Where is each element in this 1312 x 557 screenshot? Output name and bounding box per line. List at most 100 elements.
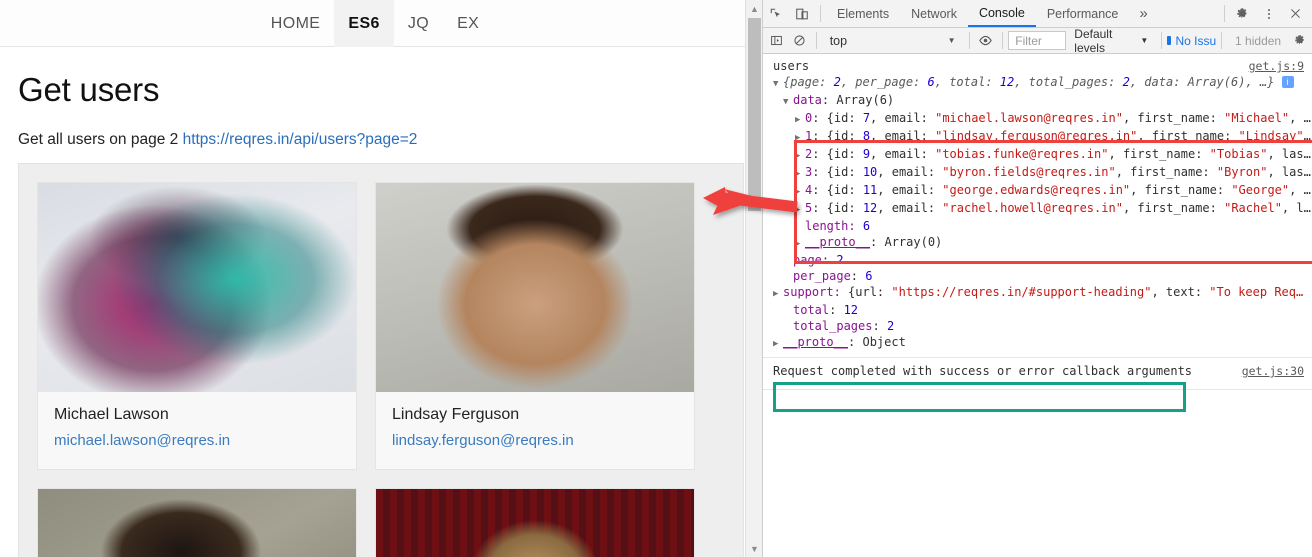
prop-key: total: [793, 303, 830, 317]
nav-item-jq[interactable]: JQ: [394, 0, 443, 47]
green-highlight-box: [773, 382, 1186, 412]
user-avatar-image: [376, 489, 694, 557]
nav-item-es6[interactable]: ES6: [334, 0, 394, 47]
devtools-panel: Elements Network Console Performance » t…: [762, 0, 1312, 557]
close-icon[interactable]: [1282, 1, 1308, 27]
disclosure-triangle-icon[interactable]: ▶: [795, 236, 805, 252]
proto-key[interactable]: __proto__: [783, 335, 848, 349]
data-array-row[interactable]: ▼ data: Array(6): [773, 92, 1312, 110]
nav-item-ex[interactable]: EX: [443, 0, 493, 47]
subtitle-text: Get all users on page 2: [18, 131, 183, 148]
issues-indicator[interactable]: No Issu: [1167, 34, 1216, 48]
user-email-value: "byron.fields@reqres.in": [942, 165, 1116, 179]
user-email-link[interactable]: lindsay.ferguson@reqres.in: [392, 432, 678, 449]
prop-value: 2: [886, 319, 895, 333]
disclosure-triangle-open-icon[interactable]: ▼: [773, 76, 783, 92]
info-badge-icon[interactable]: i: [1281, 76, 1294, 88]
nav-item-home[interactable]: HOME: [257, 0, 335, 47]
log-levels-dropdown[interactable]: Default levels ▼: [1066, 27, 1156, 55]
array-length-row: length: 6: [773, 218, 1312, 234]
array-item-row[interactable]: ▶ 4: {id: 11, email: "george.edwards@reqr…: [773, 182, 1312, 200]
array-item-row[interactable]: ▶ 5: {id: 12, email: "rachel.howell@reqre…: [773, 200, 1312, 218]
first-name-text: Tobias: [1216, 147, 1261, 161]
console-filter-toolbar: top ▼ Filter Default levels ▼ No Issu 1 …: [763, 27, 1312, 55]
disclosure-triangle-icon[interactable]: ▶: [795, 112, 805, 128]
prop-key: page: [793, 253, 822, 267]
proto-value: Array(0): [884, 235, 943, 249]
console-message-object[interactable]: users get.js:9 ▼ {page: 2, per_page: 6, t…: [763, 54, 1312, 352]
tab-performance[interactable]: Performance: [1036, 0, 1130, 27]
array-item-row[interactable]: ▶ 0: {id: 7, email: "michael.lawson@reqre…: [773, 110, 1312, 128]
user-card[interactable]: [37, 488, 357, 557]
disclosure-triangle-icon[interactable]: ▶: [795, 130, 805, 146]
scroll-up-arrow-icon[interactable]: ▲: [746, 0, 762, 17]
proto-key[interactable]: __proto__: [805, 235, 870, 249]
user-id-value: 11: [862, 183, 878, 197]
console-message-text[interactable]: Request completed with success or error …: [763, 358, 1312, 384]
disclosure-triangle-icon[interactable]: ▶: [773, 336, 783, 352]
support-prop-row[interactable]: ▶ support: {url: "https://reqres.in/#supp…: [773, 284, 1312, 302]
page-scrollbar[interactable]: ▲ ▼: [745, 0, 762, 557]
devtools-tabbar: Elements Network Console Performance »: [763, 0, 1312, 28]
page-body: Get users Get all users on page 2 https:…: [0, 71, 762, 557]
support-text-value: "To keep Req…: [1209, 285, 1304, 299]
site-navbar: HOME ES6 JQ EX: [0, 0, 762, 47]
first-name-text: Lindsay: [1245, 129, 1297, 143]
hidden-messages-count[interactable]: 1 hidden: [1227, 34, 1289, 48]
console-sidebar-icon[interactable]: [765, 28, 788, 54]
live-expression-icon[interactable]: [974, 28, 997, 54]
object-proto-row[interactable]: ▶ __proto__: Object: [773, 334, 1312, 352]
disclosure-triangle-open-icon[interactable]: ▼: [783, 94, 793, 110]
array-proto-row[interactable]: ▶ __proto__: Array(0): [773, 234, 1312, 252]
console-filter-input[interactable]: Filter: [1008, 31, 1067, 50]
user-card[interactable]: Michael Lawson michael.lawson@reqres.in: [37, 182, 357, 470]
console-source-link[interactable]: get.js:9: [1249, 58, 1304, 74]
support-url-text: https://reqres.in/#support-heading: [898, 285, 1145, 299]
user-card[interactable]: Lindsay Ferguson lindsay.ferguson@reqres…: [375, 182, 695, 470]
array-item-row[interactable]: ▶ 1: {id: 8, email: "lindsay.ferguson@req…: [773, 128, 1312, 146]
gear-icon[interactable]: [1289, 28, 1312, 54]
array-item-row[interactable]: ▶ 2: {id: 9, email: "tobias.funke@reqres.…: [773, 146, 1312, 164]
prop-value: 6: [865, 269, 873, 283]
clear-console-icon[interactable]: [788, 28, 811, 54]
first-name-value: "George": [1231, 183, 1290, 197]
user-email-link[interactable]: michael.lawson@reqres.in: [54, 432, 340, 449]
disclosure-triangle-icon[interactable]: ▶: [795, 166, 805, 182]
disclosure-triangle-icon[interactable]: ▶: [795, 184, 805, 200]
user-id-value: 10: [862, 165, 878, 179]
issues-label: No Issu: [1175, 33, 1217, 48]
user-avatar-image: [38, 183, 356, 392]
user-card[interactable]: [375, 488, 695, 557]
object-summary-row[interactable]: ▼ {page: 2, per_page: 6, total: 12, total…: [773, 74, 1312, 92]
length-key: length:: [805, 219, 856, 233]
more-options-icon[interactable]: [1256, 1, 1282, 27]
api-url-link[interactable]: https://reqres.in/api/users?page=2: [183, 131, 418, 148]
device-toolbar-icon[interactable]: [789, 1, 815, 27]
tab-network[interactable]: Network: [900, 0, 968, 27]
console-source-link[interactable]: get.js:30: [1242, 363, 1304, 379]
email-text: byron.fields@reqres.in: [949, 165, 1109, 179]
user-email-value: "george.edwards@reqres.in": [942, 183, 1131, 197]
scrollbar-thumb[interactable]: [748, 18, 761, 211]
user-card-meta: Michael Lawson michael.lawson@reqres.in: [38, 392, 356, 469]
first-name-value: "Rachel": [1224, 201, 1282, 215]
disclosure-triangle-icon[interactable]: ▶: [795, 202, 805, 218]
execution-context-select[interactable]: top ▼: [822, 34, 964, 48]
console-output[interactable]: users get.js:9 ▼ {page: 2, per_page: 6, t…: [763, 54, 1312, 557]
array-item-row[interactable]: ▶ 3: {id: 10, email: "byron.fields@reqres…: [773, 164, 1312, 182]
user-email-value: "rachel.howell@reqres.in": [942, 201, 1123, 215]
toolbar-divider: [1224, 5, 1225, 22]
more-tabs-icon[interactable]: »: [1129, 5, 1157, 22]
inspect-element-icon[interactable]: [763, 1, 789, 27]
length-value: 6: [862, 219, 871, 233]
scroll-down-arrow-icon[interactable]: ▼: [746, 540, 762, 557]
gear-icon[interactable]: [1230, 1, 1256, 27]
tab-elements[interactable]: Elements: [826, 0, 900, 27]
chevron-down-icon: ▼: [947, 36, 956, 45]
disclosure-triangle-icon[interactable]: ▶: [773, 286, 783, 302]
disclosure-triangle-icon[interactable]: ▶: [795, 148, 805, 164]
navbar-items: HOME ES6 JQ EX: [257, 0, 493, 47]
execution-context-value: top: [829, 33, 848, 48]
first-name-value: "Lindsay": [1238, 129, 1304, 143]
tab-console[interactable]: Console: [967, 0, 1036, 27]
